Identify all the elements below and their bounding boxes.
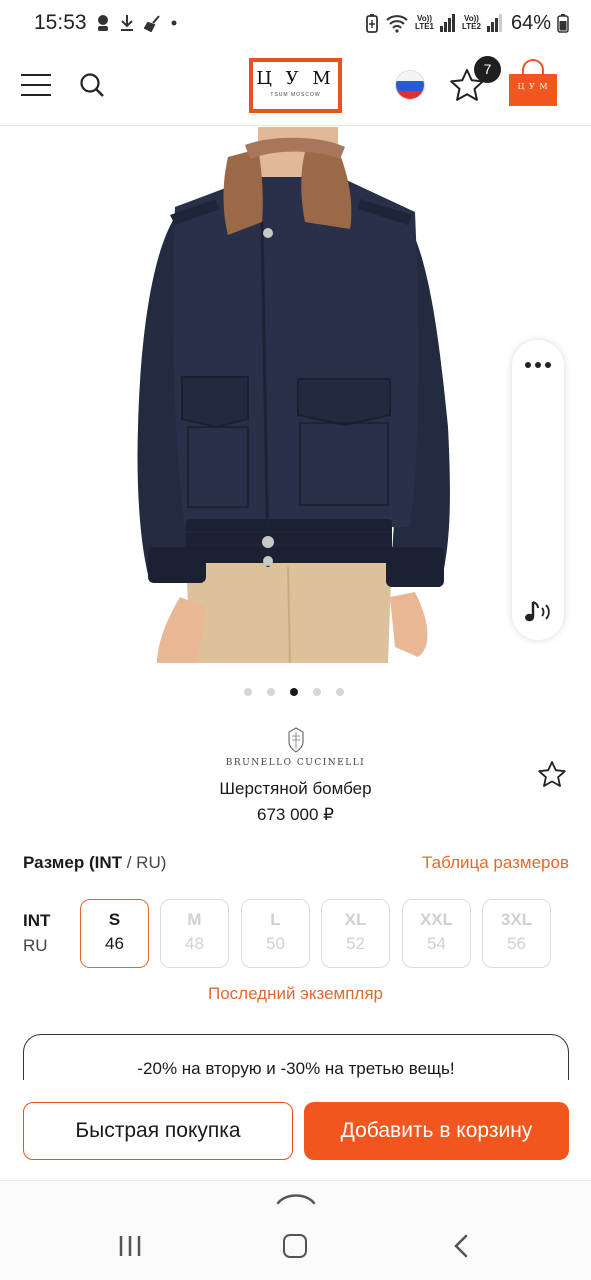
size-label-int: INT [23, 911, 51, 930]
logo-subtitle: TSUM MOSCOW [270, 92, 321, 98]
size-option-s[interactable]: S 46 [80, 899, 149, 968]
gallery-dot[interactable] [336, 688, 344, 696]
size-heading-bold: Размер (INT [23, 853, 122, 872]
expand-handle-icon[interactable] [276, 1191, 316, 1205]
size-heading: Размер (INT / RU) [23, 853, 166, 873]
size-int: M [187, 910, 202, 929]
home-icon[interactable] [283, 1234, 307, 1258]
size-option-m[interactable]: M 48 [160, 899, 229, 968]
purchase-action-bar: Быстрая покупка Добавить в корзину [0, 1080, 591, 1180]
bomber-jacket-photo [137, 127, 450, 663]
battery-percent: 64% [510, 11, 551, 34]
add-to-cart-button[interactable]: Добавить в корзину [304, 1102, 569, 1160]
gallery-dot[interactable] [313, 688, 321, 696]
quick-buy-button[interactable]: Быстрая покупка [23, 1102, 293, 1160]
download-icon [121, 15, 133, 31]
menu-icon[interactable] [21, 74, 51, 96]
gallery-dot[interactable] [267, 688, 275, 696]
recent-apps-icon[interactable] [118, 1235, 142, 1257]
status-system-icons: Vo)) LTE1 Vo)) LTE2 64% [365, 11, 569, 35]
size-ru: 52 [346, 934, 365, 953]
russia-flag-icon[interactable] [395, 70, 425, 100]
battery-saver-icon [366, 14, 378, 33]
notification-icon [98, 15, 108, 31]
size-int: XXL [419, 910, 454, 929]
size-label-ru: RU [23, 936, 48, 955]
battery-icon [557, 14, 569, 33]
audio-icon[interactable] [522, 598, 554, 626]
size-ru: 48 [185, 934, 204, 953]
more-options-icon[interactable] [523, 358, 553, 372]
size-ru: 56 [507, 934, 526, 953]
signal-icon [440, 14, 455, 32]
shopping-bag-icon[interactable]: Ц У М [509, 58, 557, 106]
size-int: L [270, 910, 281, 929]
size-ru: 50 [266, 934, 285, 953]
size-option-3xl[interactable]: 3XL 56 [482, 899, 551, 968]
size-ru: 46 [105, 934, 124, 953]
tsum-logo[interactable]: Ц У М TSUM MOSCOW [249, 58, 342, 113]
size-ru: 54 [427, 934, 446, 953]
last-item-note: Последний экземпляр [207, 984, 384, 1003]
dot-icon [171, 20, 177, 26]
product-price: 673 000 ₽ [257, 805, 334, 824]
size-int: 3XL [500, 910, 533, 929]
signal-icon [486, 14, 502, 32]
sim2-lte-label: Vo)) LTE2 [462, 14, 481, 31]
gallery-dot-active[interactable] [290, 688, 298, 696]
brand-crest-icon [288, 727, 304, 753]
status-bar: 15:53 Vo)) LTE1 Vo)) LTE2 64% [0, 0, 591, 46]
size-int: S [108, 910, 121, 929]
size-int: XL [344, 910, 367, 929]
size-row-labels: INT RU [23, 908, 50, 958]
bag-logo-text: Ц У М [517, 82, 549, 91]
size-option-xl[interactable]: XL 52 [321, 899, 390, 968]
brand-name[interactable]: BRUNELLO CUCINELLI [0, 758, 591, 768]
add-to-wishlist-star-icon[interactable] [536, 759, 568, 791]
cleaner-icon [144, 15, 160, 32]
product-image[interactable] [0, 127, 591, 663]
system-navigation-bar [0, 1180, 591, 1280]
status-time: 15:53 [34, 11, 87, 34]
gallery-pagination [244, 688, 344, 696]
size-option-xxl[interactable]: XXL 54 [402, 899, 471, 968]
floating-tools-panel [512, 340, 564, 640]
sim1-lte-label: Vo)) LTE1 [415, 14, 434, 31]
wifi-icon [386, 15, 408, 33]
search-icon[interactable] [78, 71, 106, 99]
size-table-link[interactable]: Таблица размеров [422, 853, 569, 873]
gallery-dot[interactable] [244, 688, 252, 696]
back-icon[interactable] [451, 1234, 471, 1258]
app-header: Ц У М TSUM MOSCOW 7 Ц У М [0, 46, 591, 126]
logo-letters: Ц У М [256, 68, 335, 89]
size-heading-rest: / RU) [122, 853, 167, 872]
favorites-count-badge: 7 [474, 56, 501, 83]
product-title: Шерстяной бомбер [219, 779, 372, 798]
size-option-l[interactable]: L 50 [241, 899, 310, 968]
status-notification-icons [96, 12, 177, 34]
